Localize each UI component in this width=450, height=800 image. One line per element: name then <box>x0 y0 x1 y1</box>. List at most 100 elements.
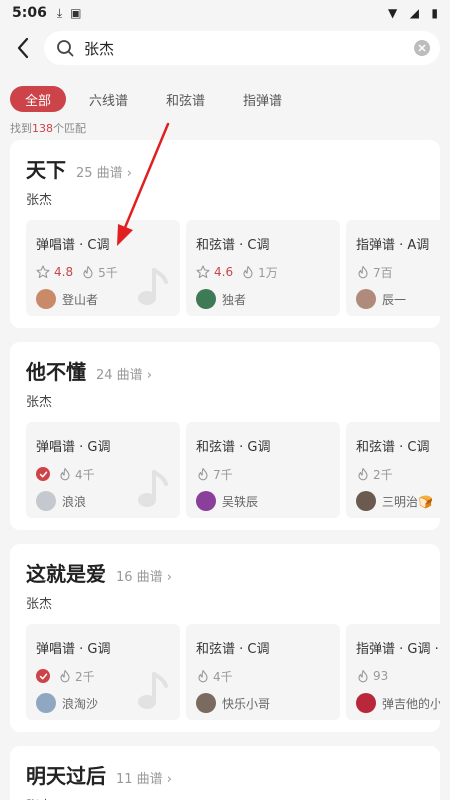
song-artist: 张杰 <box>26 795 440 800</box>
tab-card[interactable]: 和弦谱 · C调 4.6 1万独者 <box>186 220 340 316</box>
tab-card[interactable]: 和弦谱 · C调 2千 三明治🍞 <box>346 422 440 518</box>
search-input[interactable] <box>84 39 414 57</box>
search-bar <box>0 26 450 70</box>
tab-card[interactable]: 弹唱谱 · G调 2千 浪淘沙 <box>26 624 180 720</box>
rating: 4.6 <box>214 265 234 279</box>
filter-chip-0[interactable]: 全部 <box>10 86 67 112</box>
popularity: 1万 <box>258 265 278 280</box>
popularity: 2千 <box>373 467 393 482</box>
popularity: 4千 <box>213 669 233 684</box>
filter-chip-3[interactable]: 指弹谱 <box>228 86 297 112</box>
song-list: 天下 25 曲谱 › 张杰 弹唱谱 · C调 4.8 5千 登山者 和弦谱 · C调 4.6 1万独… <box>0 140 450 800</box>
music-note-icon <box>138 672 168 709</box>
flame-icon <box>60 467 70 481</box>
song-title: 这就是爱 <box>26 562 106 586</box>
tab-count: 11 曲谱 › <box>116 772 172 787</box>
flame-icon <box>198 669 208 683</box>
tab-author: 快乐小哥 <box>196 693 330 713</box>
popularity: 4千 <box>75 467 95 482</box>
flame-icon <box>243 265 253 279</box>
author-name: 弹吉他的小 <box>382 696 440 711</box>
back-button[interactable] <box>12 33 34 63</box>
tab-card[interactable]: 弹唱谱 · G调 4千浪浪 <box>26 422 180 518</box>
song-header[interactable]: 明天过后 11 曲谱 › <box>26 760 440 789</box>
back-arrow-icon <box>17 37 29 59</box>
flame-icon <box>83 265 93 279</box>
song-card[interactable]: 天下 25 曲谱 › 张杰 弹唱谱 · C调 4.8 5千 登山者 和弦谱 · C调 4.6 1万独… <box>10 140 440 328</box>
avatar <box>196 289 216 309</box>
song-header[interactable]: 这就是爱 16 曲谱 › <box>26 558 440 587</box>
author-name: 吴轶辰 <box>222 494 259 509</box>
avatar <box>356 693 376 713</box>
avatar <box>356 491 376 511</box>
tab-stats: 7千 <box>196 465 330 483</box>
tab-count: 16 曲谱 › <box>116 570 172 585</box>
match-number: 138 <box>32 122 53 135</box>
author-name: 浪浪 <box>62 494 87 509</box>
filter-chip-2[interactable]: 和弦谱 <box>151 86 220 112</box>
song-header[interactable]: 天下 25 曲谱 › <box>26 154 440 183</box>
tab-card[interactable]: 弹唱谱 · C调 4.8 5千 登山者 <box>26 220 180 316</box>
tab-author: 独者 <box>196 289 330 309</box>
tab-type: 和弦谱 · C调 <box>356 440 430 455</box>
match-count: 找到138个匹配 <box>10 122 86 135</box>
music-note-icon <box>138 470 168 507</box>
tab-card[interactable]: 和弦谱 · C调 4千快乐小哥 <box>186 624 340 720</box>
chevron-right-icon: › <box>166 570 172 585</box>
tab-type: 和弦谱 · C调 <box>196 238 270 253</box>
song-title: 天下 <box>26 158 66 182</box>
popularity: 93 <box>373 669 389 683</box>
tab-list: 弹唱谱 · G调 4千 浪浪 和弦谱 · G调 7千 吴轶辰 和弦谱 · C调 2千 三明治🍞 <box>26 422 440 518</box>
song-card[interactable]: 明天过后 11 曲谱› 张杰 <box>10 746 440 800</box>
battery-icon: ▮ <box>431 6 438 20</box>
star-icon <box>36 265 50 279</box>
song-artist: 张杰 <box>26 597 53 612</box>
flame-icon <box>358 467 368 481</box>
tab-author: 弹吉他的小 <box>356 693 440 713</box>
filter-chip-1[interactable]: 六线谱 <box>74 86 143 112</box>
popularity: 7千 <box>213 467 233 482</box>
tab-author: 吴轶辰 <box>196 491 330 511</box>
avatar <box>36 289 56 309</box>
tab-author: 辰一 <box>356 289 440 309</box>
tab-stats: 2千 <box>356 465 440 483</box>
status-time: 5:06 <box>12 5 47 21</box>
tab-type: 和弦谱 · C调 <box>196 642 270 657</box>
tab-type: 指弹谱 · G调 · 简 <box>356 642 440 657</box>
rating: 4.8 <box>54 265 74 279</box>
flame-icon <box>198 467 208 481</box>
avatar <box>36 693 56 713</box>
search-icon <box>57 40 74 57</box>
tab-type: 弹唱谱 · C调 <box>36 238 110 253</box>
wifi-icon: ▼ <box>388 6 398 20</box>
flame-icon <box>60 669 70 683</box>
chevron-right-icon: › <box>146 368 152 383</box>
song-card[interactable]: 这就是爱 16 曲谱 › 张杰弹唱谱 · G调 2千 浪淘沙 和弦谱 · C调 4千快乐小哥 指… <box>10 544 440 732</box>
flame-icon <box>358 669 368 683</box>
tab-card[interactable]: 指弹谱 · A调 7百辰一 <box>346 220 440 316</box>
popularity: 5千 <box>98 265 118 280</box>
tab-type: 弹唱谱 · G调 <box>36 642 111 657</box>
status-bar: 5:06 ⤓ ▣ ▼ ◢ ▮ <box>0 0 450 26</box>
tab-count: 24 曲谱 › <box>96 368 152 383</box>
song-header[interactable]: 他不懂 24 曲谱 › <box>26 356 440 385</box>
tab-stats: 7百 <box>356 263 440 281</box>
chevron-right-icon: › <box>166 772 172 787</box>
star-icon <box>196 265 210 279</box>
song-artist: 张杰 <box>26 193 53 208</box>
tab-type: 指弹谱 · A调 <box>356 238 430 253</box>
song-artist: 张杰 <box>26 395 53 410</box>
song-title: 他不懂 <box>26 360 86 384</box>
chevron-right-icon: › <box>126 166 132 181</box>
tab-list: 弹唱谱 · C调 4.8 5千 登山者 和弦谱 · C调 4.6 1万 独者 指弹谱 · A调 7… <box>26 220 440 316</box>
verified-badge-icon <box>36 467 50 481</box>
clear-search-button[interactable] <box>414 40 430 56</box>
tab-card[interactable]: 指弹谱 · G调 · 简 93 弹吉他的小 <box>346 624 440 720</box>
author-name: 快乐小哥 <box>222 696 271 711</box>
verified-badge-icon <box>36 669 50 683</box>
tab-card[interactable]: 和弦谱 · G调 7千 吴轶辰 <box>186 422 340 518</box>
tab-type: 弹唱谱 · G调 <box>36 440 111 455</box>
avatar <box>36 491 56 511</box>
flame-icon <box>358 265 368 279</box>
song-card[interactable]: 他不懂 24 曲谱 › 张杰 弹唱谱 · G调 4千 浪浪 和弦谱 · G调 7千 吴轶辰 和弦谱 … <box>10 342 440 530</box>
